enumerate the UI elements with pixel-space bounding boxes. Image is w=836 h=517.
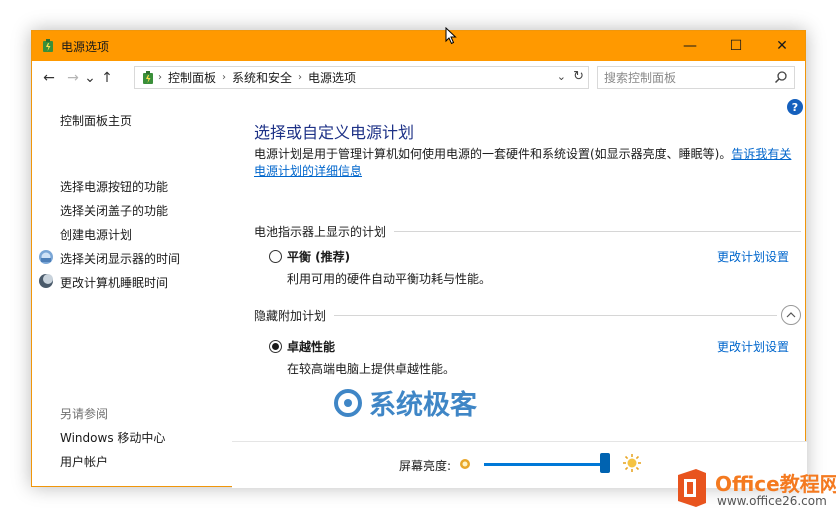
brightness-low-icon xyxy=(460,459,470,469)
sleep-moon-icon xyxy=(39,274,53,288)
watermark-corner-url: www.office26.com xyxy=(717,494,827,508)
address-bar: ← → ⌄ ↑ › 控制面板 › 系统和安全 › 电源选项 ⌄ ↻ xyxy=(32,62,805,94)
learn-more-link-continued[interactable]: 电源计划的详细信息 xyxy=(254,164,362,178)
plan-ultimate-name: 卓越性能 xyxy=(287,340,336,354)
forward-button[interactable]: → xyxy=(63,66,83,90)
plan-ultimate-settings-link[interactable]: 更改计划设置 xyxy=(717,338,789,355)
plan-ultimate: 卓越性能 在较高端电脑上提供卓越性能。 更改计划设置 xyxy=(269,338,789,377)
sidebar-link-home[interactable]: 控制面板主页 xyxy=(60,112,132,129)
chevron-right-icon: › xyxy=(222,72,227,83)
plan-balanced-name: 平衡 (推荐) xyxy=(287,250,351,264)
sidebar-link-mobility-center[interactable]: Windows 移动中心 xyxy=(60,429,165,446)
plan-balanced-settings-link[interactable]: 更改计划设置 xyxy=(717,248,789,265)
sidebar-link-create-plan[interactable]: 创建电源计划 xyxy=(60,226,132,243)
chevron-up-icon xyxy=(786,312,796,318)
plan-balanced: 平衡 (推荐) 利用可用的硬件自动平衡功耗与性能。 更改计划设置 xyxy=(269,248,789,287)
power-options-icon xyxy=(40,38,56,54)
brightness-slider-fill xyxy=(484,463,606,466)
battery-plans-section: 电池指示器上显示的计划 xyxy=(254,223,801,240)
sidebar-link-user-accounts[interactable]: 用户帐户 xyxy=(60,453,108,470)
search-input[interactable] xyxy=(598,67,768,88)
search-icon[interactable] xyxy=(774,70,788,84)
description-text: 电源计划是用于管理计算机如何使用电源的一套硬件和系统设置(如显示器亮度、睡眠等)… xyxy=(254,147,732,161)
sidebar-link-power-buttons[interactable]: 选择电源按钮的功能 xyxy=(60,178,168,195)
recent-locations-button[interactable]: ⌄ xyxy=(83,66,97,90)
section-divider xyxy=(334,314,777,316)
up-button[interactable]: ↑ xyxy=(97,66,117,90)
watermark-corner: Office教程网 www.office26.com xyxy=(666,465,836,515)
brightness-high-icon xyxy=(623,454,641,472)
search-box xyxy=(597,66,795,89)
close-button[interactable]: ✕ xyxy=(759,31,805,61)
watermark-corner-name: Office教程网 xyxy=(715,472,836,496)
collapse-hidden-plans-button[interactable] xyxy=(781,305,801,325)
brightness-slider-track[interactable] xyxy=(484,463,609,466)
plan-ultimate-description: 在较高端电脑上提供卓越性能。 xyxy=(287,362,456,376)
mouse-pointer-icon xyxy=(445,27,457,45)
back-button[interactable]: ← xyxy=(39,66,59,90)
learn-more-link[interactable]: 告诉我有关 xyxy=(731,147,791,161)
brightness-slider-thumb[interactable] xyxy=(600,453,611,473)
watermark-logo-icon xyxy=(334,388,362,417)
section-divider xyxy=(394,231,801,232)
hidden-plans-heading: 隐藏附加计划 xyxy=(254,308,327,323)
hidden-plans-section: 隐藏附加计划 xyxy=(254,305,801,325)
sidebar-link-lid-close[interactable]: 选择关闭盖子的功能 xyxy=(60,202,168,219)
page-title: 选择或自定义电源计划 xyxy=(254,123,415,142)
address-box[interactable]: › 控制面板 › 系统和安全 › 电源选项 ⌄ ↻ xyxy=(134,66,589,89)
page-description: 电源计划是用于管理计算机如何使用电源的一套硬件和系统设置(如显示器亮度、睡眠等)… xyxy=(254,146,796,180)
chevron-right-icon: › xyxy=(298,72,303,83)
maximize-button[interactable]: ☐ xyxy=(713,31,759,61)
sidebar: 控制面板主页 选择电源按钮的功能 选择关闭盖子的功能 创建电源计划 选择关闭显示… xyxy=(32,94,232,488)
radio-selected-dot xyxy=(272,343,279,350)
battery-plans-heading: 电池指示器上显示的计划 xyxy=(254,225,387,239)
window-controls: — ☐ ✕ xyxy=(667,31,805,61)
refresh-button[interactable]: ↻ xyxy=(573,69,584,84)
brightness-label: 屏幕亮度: xyxy=(399,459,452,473)
plan-balanced-radio[interactable] xyxy=(269,250,282,263)
main-content: 选择或自定义电源计划 电源计划是用于管理计算机如何使用电源的一套硬件和系统设置(… xyxy=(254,94,807,488)
breadcrumb-system-security[interactable]: 系统和安全 xyxy=(228,69,296,86)
office-logo-icon xyxy=(678,469,706,507)
display-power-icon xyxy=(39,250,53,264)
title-bar[interactable]: 电源选项 — ☐ ✕ xyxy=(32,31,805,61)
sidebar-link-display-off[interactable]: 选择关闭显示器的时间 xyxy=(60,250,180,267)
plan-ultimate-radio[interactable] xyxy=(269,340,282,353)
watermark-center-text: 系统极客 xyxy=(369,390,477,421)
see-also-heading: 另请参阅 xyxy=(60,407,109,421)
control-panel-icon xyxy=(140,70,156,86)
chevron-right-icon: › xyxy=(158,72,162,83)
address-dropdown-button[interactable]: ⌄ xyxy=(557,70,566,83)
plan-balanced-description: 利用可用的硬件自动平衡功耗与性能。 xyxy=(287,272,492,286)
minimize-button[interactable]: — xyxy=(667,31,713,61)
breadcrumb-control-panel[interactable]: 控制面板 xyxy=(164,69,220,86)
sidebar-link-sleep-time[interactable]: 更改计算机睡眠时间 xyxy=(60,274,168,291)
watermark-center: 系统极客 xyxy=(333,383,477,422)
window-title: 电源选项 xyxy=(61,39,110,54)
breadcrumb-power-options[interactable]: 电源选项 xyxy=(304,69,360,86)
